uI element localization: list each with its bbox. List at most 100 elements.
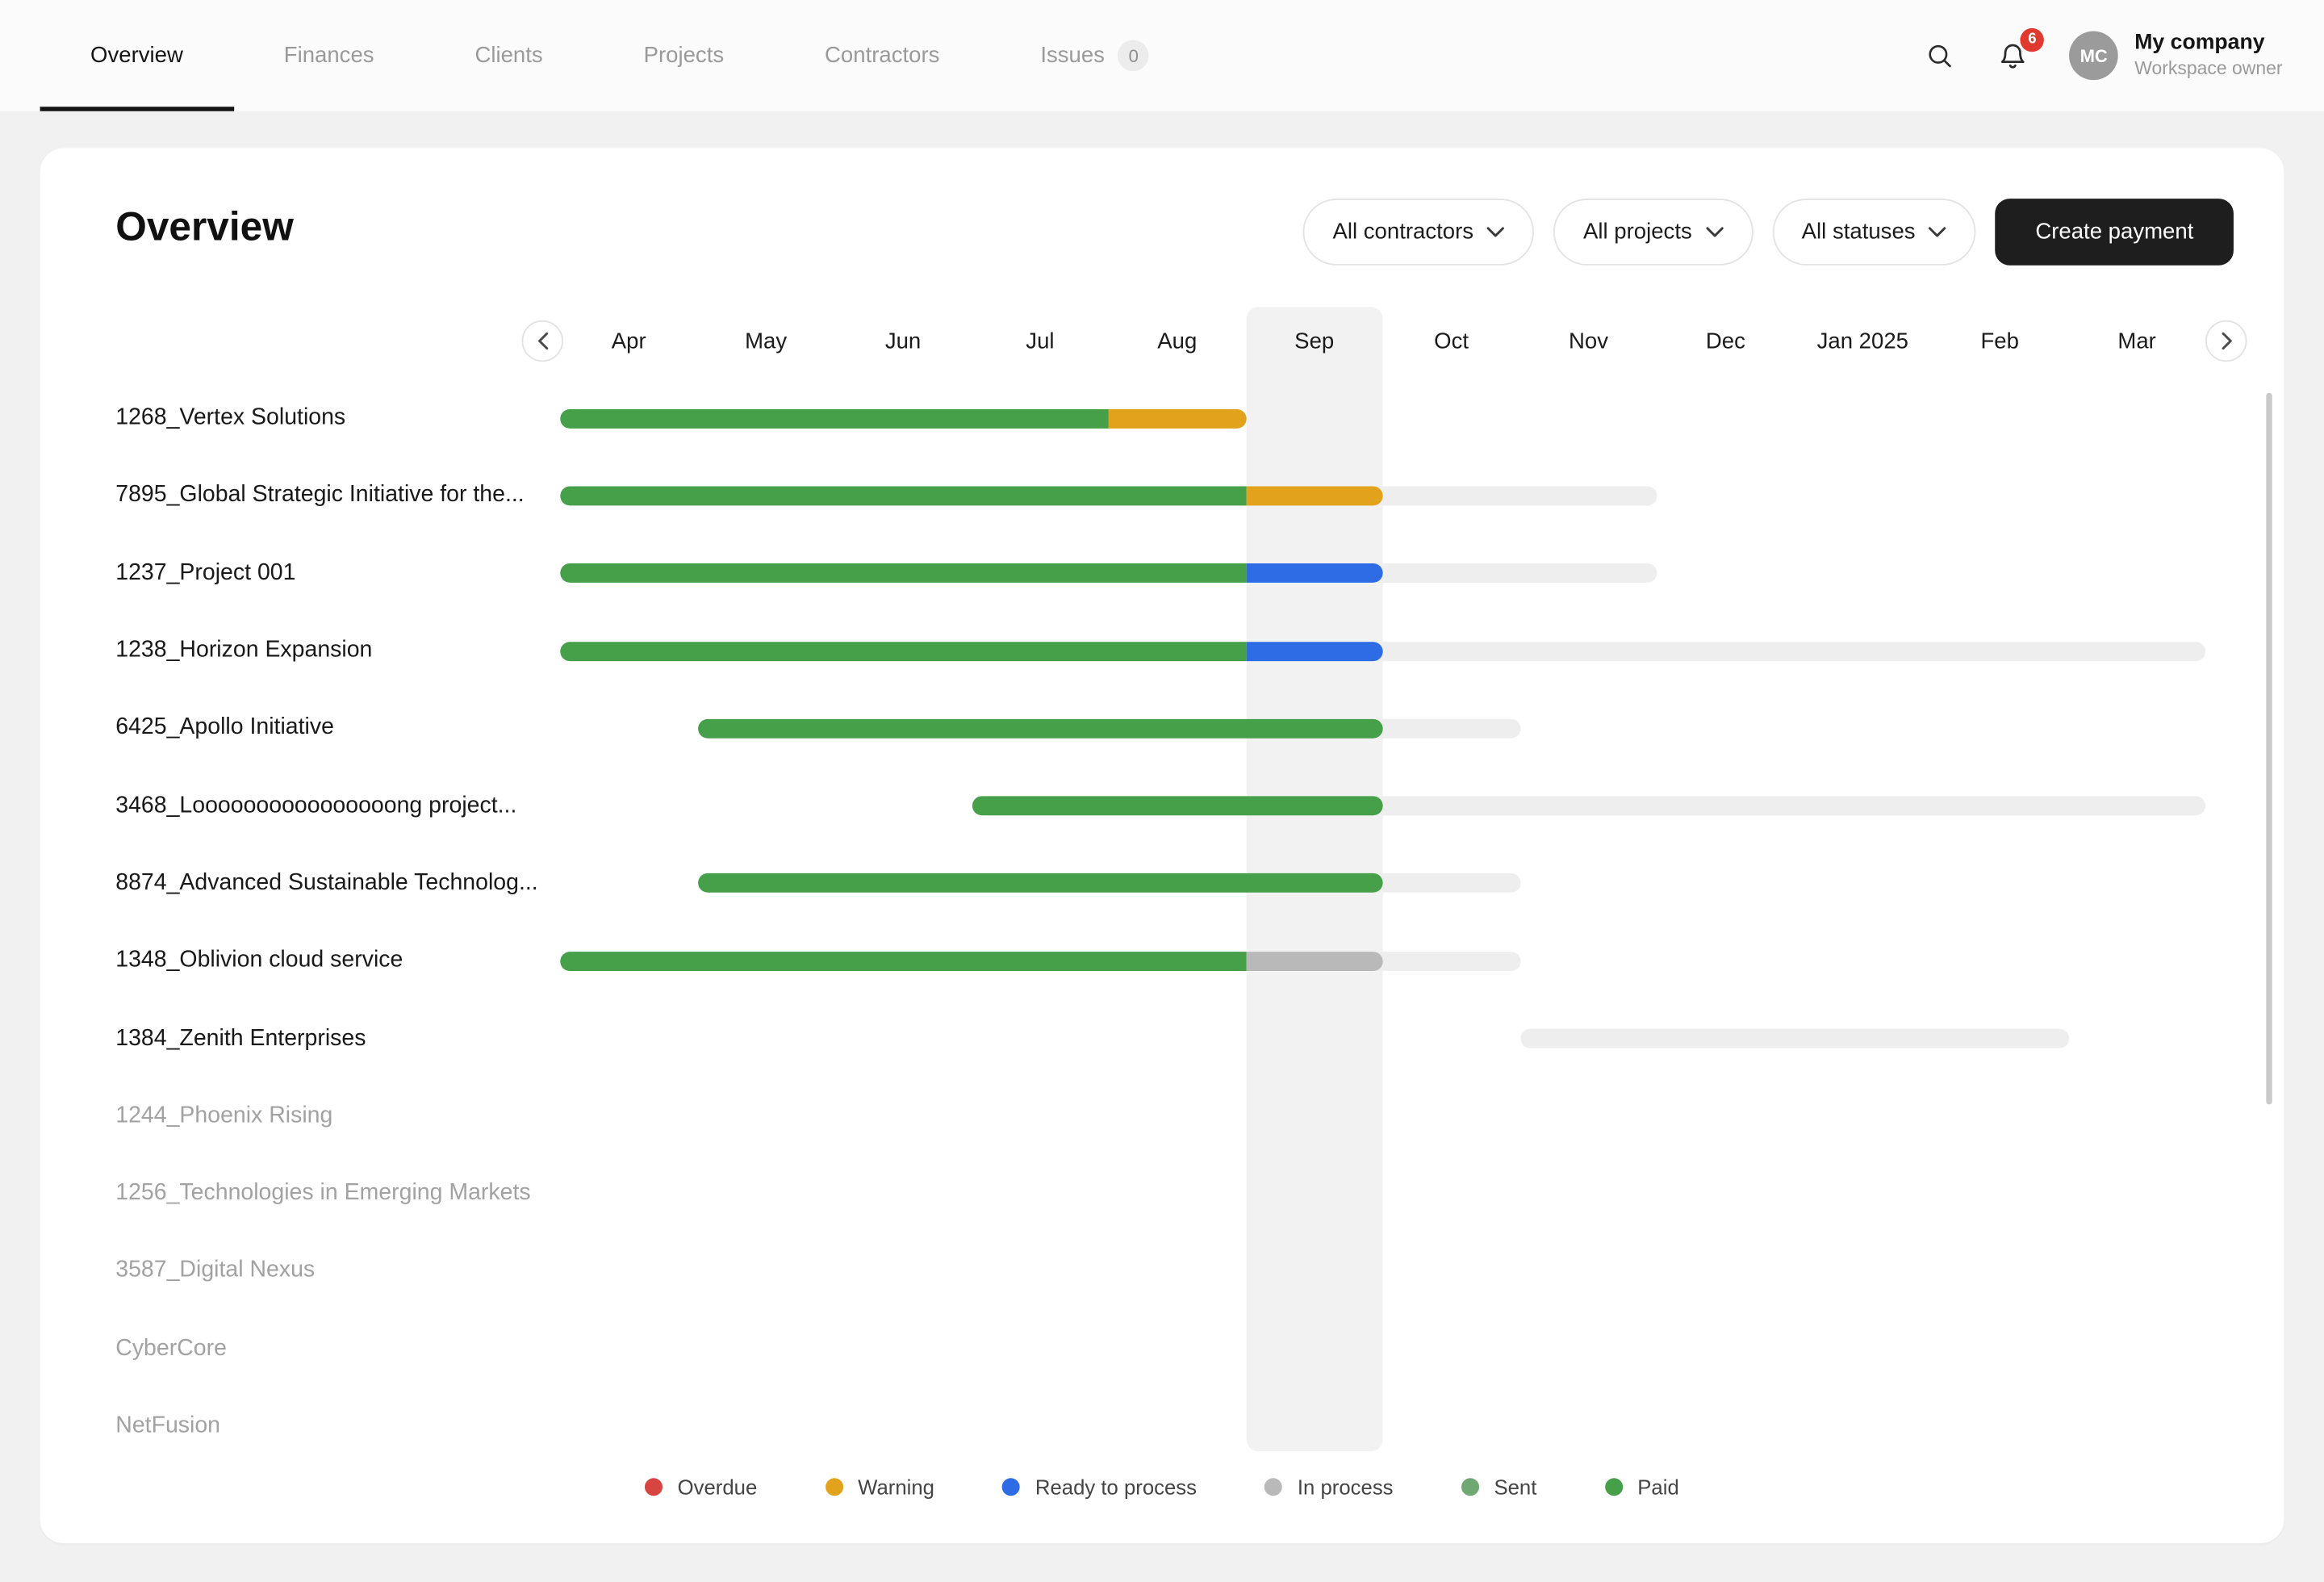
project-name: 1256_Technologies in Emerging Markets: [115, 1180, 530, 1207]
nav-tab-clients[interactable]: Clients: [424, 0, 593, 111]
month-label: Apr: [560, 320, 697, 362]
gantt-row: 1238_Horizon Expansion: [40, 612, 2284, 689]
account-text: My company Workspace owner: [2134, 32, 2282, 79]
search-button[interactable]: [1923, 39, 1957, 73]
legend-label: In process: [1298, 1475, 1394, 1499]
legend-label: Warning: [858, 1475, 934, 1499]
account-name: My company: [2134, 32, 2282, 56]
month-header: AprMayJunJulAugSepOctNovDecJan 2025FebMa…: [560, 320, 2205, 362]
create-payment-button[interactable]: Create payment: [1996, 199, 2234, 266]
month-label: Mar: [2068, 320, 2205, 362]
legend-dot-warning: [826, 1478, 843, 1496]
app-screen: Overview Finances Clients ProjectsContracto…: [0, 0, 2324, 1582]
month-label: Jul: [972, 320, 1109, 362]
legend-item-warning: Warning: [826, 1475, 934, 1499]
nav-tab-label: Finances: [284, 43, 374, 68]
legend-dot-sent: [1461, 1478, 1479, 1496]
project-name: CyberCore: [115, 1335, 227, 1362]
gantt-row: 1237_Project 001: [40, 534, 2284, 612]
month-label: Oct: [1383, 320, 1520, 362]
gantt-row: CyberCore: [40, 1310, 2284, 1387]
legend-item-sent: Sent: [1461, 1475, 1536, 1499]
notification-badge: 6: [2021, 27, 2044, 51]
nav-tab-contractors[interactable]: Contractors: [775, 0, 990, 111]
nav-right-cluster: 6 MC My company Workspace owner: [1923, 0, 2324, 111]
project-name[interactable]: 6425_Apollo Initiative: [115, 715, 334, 742]
search-icon: [1925, 41, 1954, 69]
project-name[interactable]: 8874_Advanced Sustainable Technolog...: [115, 870, 537, 897]
notifications-button[interactable]: 6: [1996, 38, 2031, 73]
nav-tab-finances[interactable]: Finances: [233, 0, 424, 111]
legend-dot-ready-to-process: [1002, 1478, 1020, 1496]
legend-label: Paid: [1637, 1475, 1678, 1499]
month-label: Nov: [1520, 320, 1657, 362]
month-label: Aug: [1109, 320, 1246, 362]
gantt-row: 1384_Zenith Enterprises: [40, 1000, 2284, 1078]
timeline-next-button[interactable]: [2205, 320, 2247, 362]
legend-dot-paid: [1605, 1478, 1623, 1496]
filter-all-statuses[interactable]: All statuses: [1772, 199, 1976, 266]
filter-all-projects[interactable]: All projects: [1553, 199, 1753, 266]
account-menu[interactable]: MC My company Workspace owner: [2069, 31, 2282, 81]
legend-label: Overdue: [678, 1475, 758, 1499]
project-name[interactable]: 3468_Loooooooooooooooong project...: [115, 793, 516, 819]
status-legend: Overdue Warning Ready to process In process…: [40, 1465, 2284, 1509]
overview-card: Overview All contractorsAll projectsAll …: [40, 149, 2284, 1543]
project-name[interactable]: 1238_Horizon Expansion: [115, 638, 372, 664]
gantt-bar-warning[interactable]: [1109, 408, 1246, 428]
timeline-prev-button[interactable]: [522, 320, 563, 362]
legend-dot-overdue: [645, 1478, 663, 1496]
legend-item-overdue: Overdue: [645, 1475, 757, 1499]
chevron-down-icon: [1705, 227, 1723, 237]
legend-label: Sent: [1494, 1475, 1536, 1499]
legend-item-paid: Paid: [1605, 1475, 1679, 1499]
gantt-bar-paid[interactable]: [560, 641, 1245, 660]
project-name[interactable]: 1268_Vertex Solutions: [115, 405, 345, 432]
gantt-row: 6425_Apollo Initiative: [40, 689, 2284, 767]
gantt-bar-ready-to-process[interactable]: [1246, 641, 1383, 660]
legend-dot-in-process: [1265, 1478, 1283, 1496]
gantt-row: 8874_Advanced Sustainable Technolog...: [40, 845, 2284, 923]
gantt-row: 1348_Oblivion cloud service: [40, 923, 2284, 1000]
gantt-row: NetFusion: [40, 1387, 2284, 1465]
nav-tab-projects[interactable]: Projects: [593, 0, 774, 111]
filter-label: All projects: [1583, 220, 1692, 245]
gantt-row: 7895_Global Strategic Initiative for the…: [40, 457, 2284, 534]
gantt-bar-paid[interactable]: [560, 952, 1245, 971]
legend-item-ready-to-process: Ready to process: [1002, 1475, 1197, 1499]
gantt-bar-paid[interactable]: [697, 719, 1382, 739]
gantt-bar-in-process[interactable]: [1246, 952, 1383, 971]
project-name[interactable]: 1348_Oblivion cloud service: [115, 948, 403, 974]
header-controls: All contractorsAll projectsAll statuses …: [1303, 199, 2234, 266]
gantt-row: 3587_Digital Nexus: [40, 1233, 2284, 1310]
chevron-left-icon: [537, 332, 548, 349]
project-name[interactable]: 7895_Global Strategic Initiative for the…: [115, 483, 524, 509]
gantt-bar-paid[interactable]: [560, 486, 1245, 505]
gantt-bar-paid[interactable]: [972, 797, 1383, 816]
nav-tab-label: Clients: [474, 43, 542, 68]
nav-tab-issues[interactable]: Issues0: [990, 0, 1200, 111]
month-label: Sep: [1246, 320, 1383, 362]
month-label: Dec: [1657, 320, 1794, 362]
gantt-bar-track: [1520, 1029, 2069, 1048]
month-label: Feb: [1931, 320, 2068, 362]
gantt-row: 1256_Technologies in Emerging Markets: [40, 1155, 2284, 1233]
gantt-bar-paid[interactable]: [697, 874, 1382, 894]
filter-all-contractors[interactable]: All contractors: [1303, 199, 1535, 266]
gantt-bar-paid[interactable]: [560, 408, 1109, 428]
nav-tab-overview[interactable]: Overview: [40, 0, 234, 111]
nav-tab-label: Issues: [1040, 43, 1105, 68]
gantt-rows: 1268_Vertex Solutions 7895_Global Strateg…: [40, 379, 2284, 1465]
account-role: Workspace owner: [2134, 59, 2282, 79]
project-name[interactable]: 1384_Zenith Enterprises: [115, 1025, 366, 1052]
project-name: 3587_Digital Nexus: [115, 1258, 315, 1284]
chevron-down-icon: [1487, 227, 1505, 237]
month-label: May: [697, 320, 834, 362]
legend-item-in-process: In process: [1265, 1475, 1394, 1499]
project-name[interactable]: 1237_Project 001: [115, 560, 295, 587]
project-name: NetFusion: [115, 1412, 220, 1439]
gantt-bar-paid[interactable]: [560, 563, 1245, 583]
top-navigation: Overview Finances Clients ProjectsContracto…: [0, 0, 2324, 111]
gantt-bar-ready-to-process[interactable]: [1246, 563, 1383, 583]
gantt-bar-warning[interactable]: [1246, 486, 1383, 505]
